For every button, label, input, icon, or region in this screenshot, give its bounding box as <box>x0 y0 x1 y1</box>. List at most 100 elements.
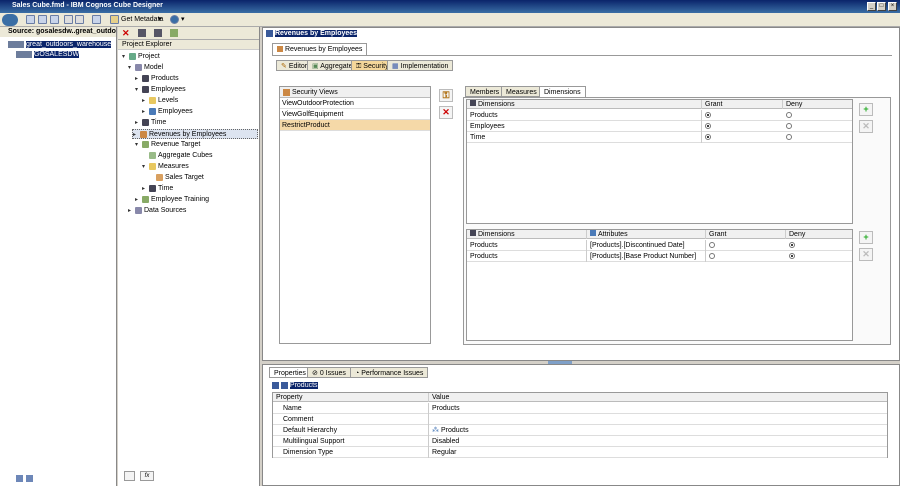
tree-item-revenue-target[interactable]: ▾ Revenue Target <box>135 140 200 150</box>
deny-column-header: Deny <box>786 101 803 108</box>
add-attribute-button[interactable]: + <box>859 231 873 244</box>
measure-icon <box>156 173 163 181</box>
open-icon[interactable] <box>50 15 59 24</box>
grant-column-header: Grant <box>702 100 783 109</box>
grid-header: Dimensions Attributes Grant Deny <box>467 230 852 239</box>
tree-item-aggregate-cubes[interactable]: Aggregate Cubes <box>142 151 212 161</box>
deny-radio[interactable] <box>789 242 795 248</box>
table-row[interactable]: Default Hierarchy ⁂ Products <box>273 425 887 436</box>
table-row[interactable]: Multilingual Support Disabled <box>273 436 887 447</box>
editor-heading: Revenues by Employees <box>266 29 358 38</box>
grant-radio[interactable] <box>705 134 711 140</box>
table-row[interactable]: Dimension Type Regular <box>273 447 887 458</box>
list-item[interactable]: ViewGolfEquipment <box>280 109 430 120</box>
tab-implementation[interactable]: ▦ Implementation <box>387 60 454 71</box>
remove-dimension-button[interactable]: ✕ <box>859 120 873 133</box>
tab-properties[interactable]: Properties <box>269 367 311 378</box>
tree-item-employees-hierarchy[interactable]: ▸ Employees <box>142 107 193 117</box>
function-icon[interactable]: fx <box>140 471 154 481</box>
add-security-view-button[interactable]: ⚿ <box>439 89 453 102</box>
tab-issues[interactable]: ⊘ 0 Issues <box>307 367 351 378</box>
remove-attribute-button[interactable]: ✕ <box>859 248 873 261</box>
data-source-icon <box>135 206 142 214</box>
tree-item-project[interactable]: ▾ Project <box>122 52 160 62</box>
aggregate-icon: ▣ <box>312 63 319 70</box>
tree-item-time-2[interactable]: ▸ Time <box>142 184 173 194</box>
deny-radio[interactable] <box>786 134 792 140</box>
deny-radio[interactable] <box>786 123 792 129</box>
folder-icon <box>149 162 156 170</box>
security-view-icon <box>266 29 273 37</box>
security-view-icon <box>277 46 283 53</box>
source-view-icon[interactable] <box>16 475 23 482</box>
new-icon[interactable] <box>26 15 35 24</box>
tree-item-model[interactable]: ▾ Model <box>128 63 163 73</box>
grant-radio[interactable] <box>705 123 711 129</box>
tree-item-products[interactable]: ▸ Products <box>135 74 179 84</box>
dimension-icon[interactable] <box>138 29 146 37</box>
grant-radio[interactable] <box>705 112 711 118</box>
explorer-view-icon[interactable] <box>124 471 135 481</box>
delete-security-view-button[interactable]: ✕ <box>439 106 453 119</box>
undo-icon[interactable] <box>64 15 73 24</box>
redo-icon[interactable] <box>75 15 84 24</box>
cube-icon[interactable] <box>170 29 178 37</box>
tab-members[interactable]: Members <box>465 86 505 97</box>
add-dimension-button[interactable]: + <box>859 103 873 116</box>
help-icon[interactable] <box>170 15 179 24</box>
dimension-icon <box>470 100 476 106</box>
grant-column-header: Grant <box>706 230 786 239</box>
table-row: Products [Products].[Base Product Number… <box>467 251 852 262</box>
maximize-button[interactable]: □ <box>877 2 886 11</box>
tab-measures[interactable]: Measures <box>501 86 542 97</box>
grant-radio[interactable] <box>709 253 715 259</box>
tree-item-data-sources[interactable]: ▸ Data Sources <box>128 206 186 216</box>
key-icon: ⚿ <box>356 63 362 70</box>
attributes-column-header: Attributes <box>587 230 706 239</box>
dimension-icon <box>142 118 149 126</box>
dimensions-column-header: Dimensions <box>467 230 587 239</box>
source-item[interactable]: GOSALESDW <box>16 50 80 59</box>
table-row[interactable]: Name Products <box>273 403 887 414</box>
title-bar: Sales Cube.fmd - IBM Cognos Cube Designe… <box>0 0 900 13</box>
hierarchy-icon[interactable] <box>154 29 162 37</box>
properties-grid: Property Value Name Products Comment Def… <box>272 392 888 458</box>
cube-icon <box>142 195 149 203</box>
app-menu-icon[interactable] <box>2 14 18 26</box>
save-icon[interactable] <box>38 15 47 24</box>
table-row: Products <box>467 110 852 121</box>
tree-item-measures[interactable]: ▾ Measures <box>142 162 189 172</box>
list-item-selected[interactable]: RestrictProduct <box>280 120 430 131</box>
deny-radio[interactable] <box>789 253 795 259</box>
folder-icon <box>149 96 156 104</box>
source-item[interactable]: great_outdoors_warehouse <box>8 40 112 49</box>
table-row[interactable]: Comment <box>273 414 887 425</box>
close-window-button[interactable]: × <box>888 2 897 11</box>
project-icon <box>129 52 136 60</box>
grant-radio[interactable] <box>709 242 715 248</box>
tree-item-employees[interactable]: ▾ Employees <box>135 85 186 95</box>
delete-icon[interactable]: ✕ <box>122 28 130 39</box>
minimize-button[interactable]: _ <box>867 2 876 11</box>
layout-icon[interactable] <box>92 15 101 24</box>
chevron-down-icon[interactable]: ▾ <box>181 15 185 25</box>
list-item[interactable]: ViewOutdoorProtection <box>280 98 430 109</box>
metadata-icon[interactable] <box>110 15 119 24</box>
tree-item-sales-target[interactable]: Sales Target <box>149 173 204 183</box>
table-row: Time <box>467 132 852 143</box>
tree-item-levels[interactable]: ▸ Levels <box>142 96 178 106</box>
tree-item-employee-training[interactable]: ▸ Employee Training <box>135 195 209 205</box>
source-view-icon[interactable] <box>26 475 33 482</box>
deny-radio[interactable] <box>786 112 792 118</box>
chevron-down-icon[interactable]: ▾ <box>158 15 162 25</box>
tab-performance-issues[interactable]: ◔ Performance Issues <box>350 367 429 378</box>
tree-item-revenues-by-employees[interactable]: ▸ Revenues by Employees <box>132 129 258 139</box>
attribute-icon <box>590 230 596 236</box>
dimension-security-grid: Dimensions Grant Deny Products Employees… <box>466 99 853 224</box>
schema-icon <box>16 50 32 58</box>
database-icon <box>8 40 24 48</box>
project-explorer: ✕ Project Explorer ▾ Project ▾ Model ▸ Prod… <box>118 27 260 486</box>
tree-item-time[interactable]: ▸ Time <box>135 118 166 128</box>
tab-revenues-by-employees[interactable]: Revenues by Employees <box>272 43 368 55</box>
tab-dimensions[interactable]: Dimensions <box>539 86 586 97</box>
